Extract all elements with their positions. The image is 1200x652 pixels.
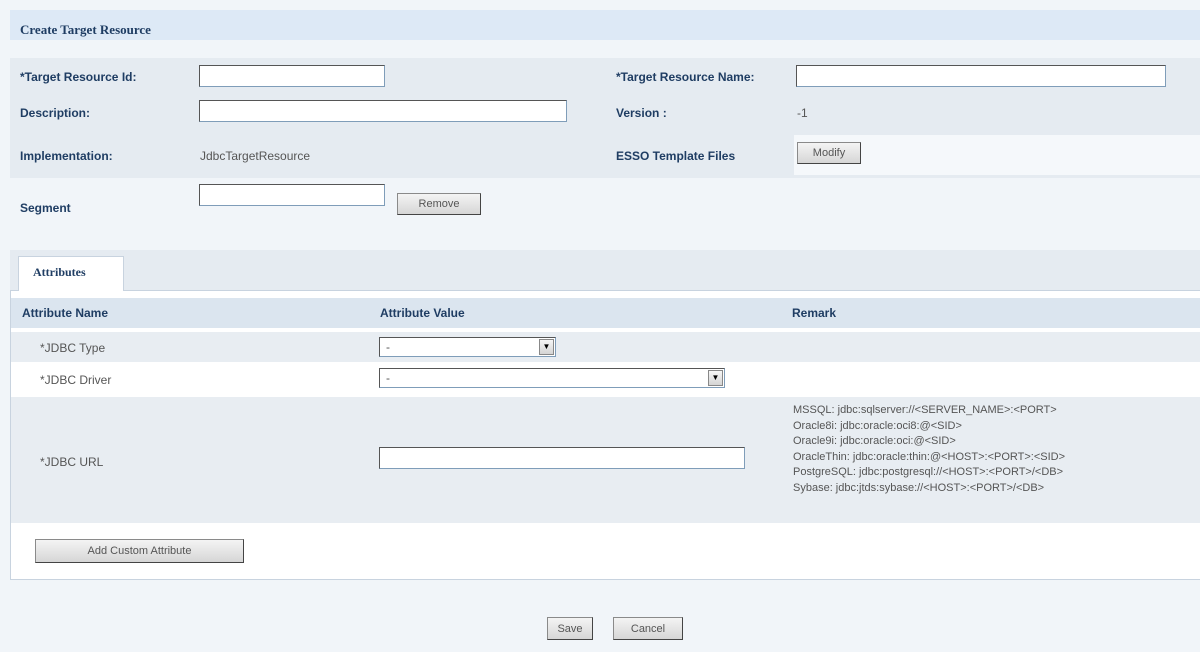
page-title: Create Target Resource — [20, 22, 151, 37]
table-row-jdbc-type — [11, 332, 1200, 362]
esso-template-files-label: ESSO Template Files — [616, 149, 736, 163]
segment-label: Segment — [20, 201, 71, 215]
chevron-down-icon[interactable]: ▼ — [539, 339, 554, 355]
cancel-button[interactable]: Cancel — [613, 617, 683, 640]
save-button[interactable]: Save — [547, 617, 593, 640]
version-label: Version : — [616, 106, 667, 120]
jdbc-driver-label: *JDBC Driver — [40, 373, 112, 387]
target-resource-name-input[interactable] — [796, 65, 1166, 87]
modify-button[interactable]: Modify — [797, 142, 861, 164]
implementation-value: JdbcTargetResource — [200, 149, 311, 163]
column-header-attribute-name: Attribute Name — [22, 306, 109, 320]
remark-line: Oracle9i: jdbc:oracle:oci:@<SID> — [793, 435, 956, 447]
version-value: -1 — [797, 106, 808, 120]
column-header-remark: Remark — [792, 306, 837, 320]
jdbc-driver-select[interactable]: - ▼ — [379, 368, 725, 388]
description-label: Description: — [20, 106, 91, 120]
jdbc-type-label: *JDBC Type — [40, 341, 106, 355]
header-bar — [10, 10, 1200, 40]
jdbc-type-selected: - — [386, 340, 390, 354]
remark-line: PostgreSQL: jdbc:postgresql://<HOST>:<PO… — [793, 466, 1064, 478]
tab-strip — [10, 250, 1200, 290]
remark-line: OracleThin: jdbc:oracle:thin:@<HOST>:<PO… — [793, 450, 1066, 463]
implementation-label: Implementation: — [20, 149, 113, 163]
jdbc-url-input[interactable] — [379, 447, 745, 469]
column-header-attribute-value: Attribute Value — [380, 306, 465, 320]
remark-line: Oracle8i: jdbc:oracle:oci8:@<SID> — [793, 419, 962, 432]
target-resource-id-input[interactable] — [199, 65, 385, 87]
tab-attributes[interactable]: Attributes — [18, 256, 124, 291]
remark-line: MSSQL: jdbc:sqlserver://<SERVER_NAME>:<P… — [793, 404, 1057, 416]
jdbc-driver-selected: - — [386, 371, 390, 385]
add-custom-attribute-button[interactable]: Add Custom Attribute — [35, 539, 244, 563]
target-resource-id-label: *Target Resource Id: — [20, 70, 137, 84]
target-resource-name-label: *Target Resource Name: — [616, 70, 755, 84]
chevron-down-icon[interactable]: ▼ — [708, 370, 723, 386]
jdbc-type-select[interactable]: - ▼ — [379, 337, 556, 357]
jdbc-url-remark: MSSQL: jdbc:sqlserver://<SERVER_NAME>:<P… — [793, 403, 1065, 496]
remark-line: Sybase: jdbc:jtds:sybase://<HOST>:<PORT>… — [793, 481, 1045, 494]
segment-input[interactable] — [199, 184, 385, 206]
jdbc-url-label: *JDBC URL — [40, 455, 104, 469]
remove-button[interactable]: Remove — [397, 193, 481, 215]
form-band-row2 — [10, 96, 1200, 131]
attributes-table-header — [11, 298, 1200, 328]
description-input[interactable] — [199, 100, 567, 122]
